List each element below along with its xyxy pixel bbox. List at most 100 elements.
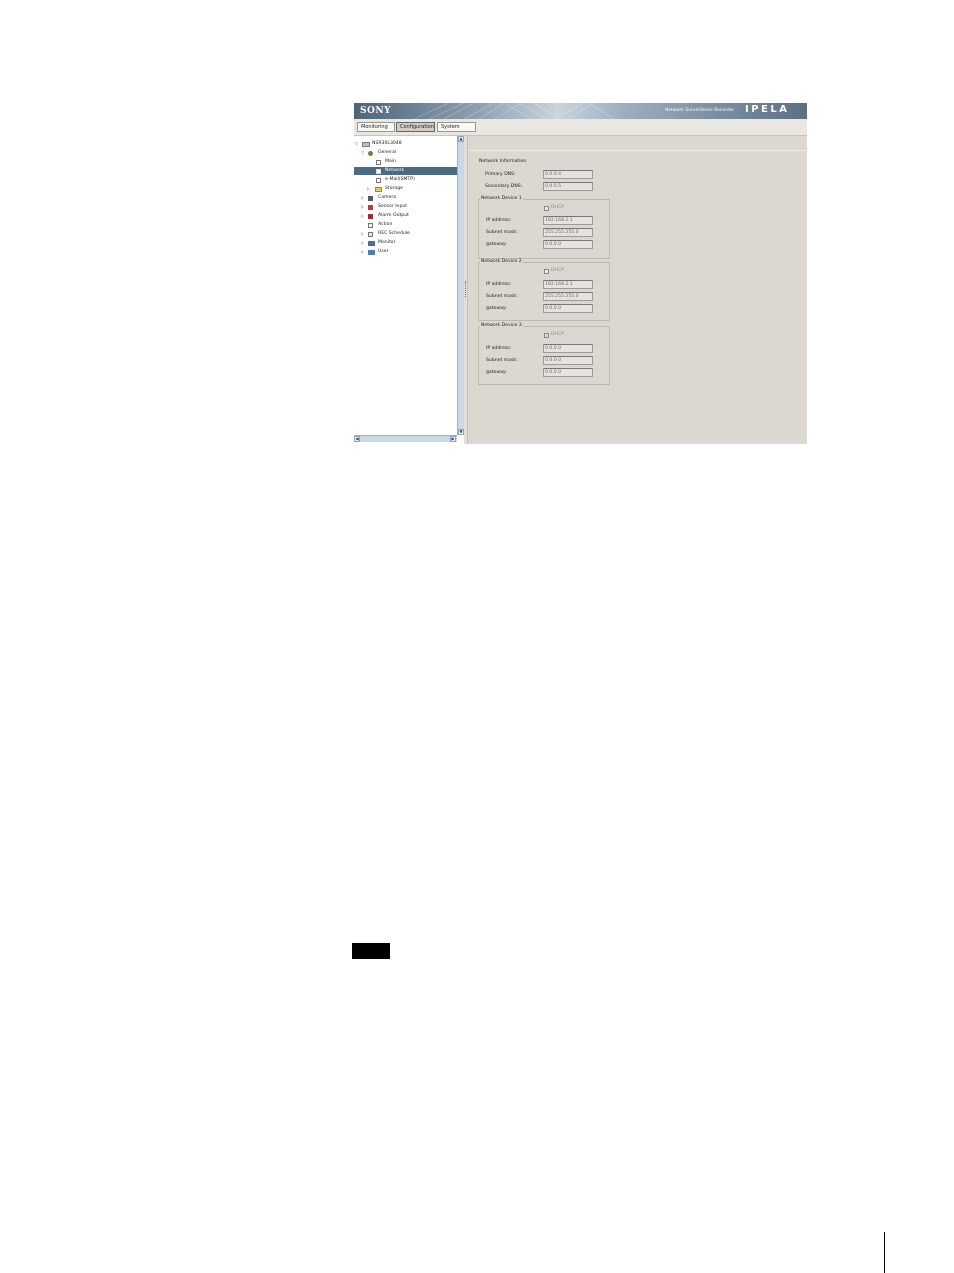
primary-dns-field[interactable]: 0.0.0.4 [543,170,593,179]
app-header: SONY Network Surveillance Recorder IPELA [354,103,807,119]
tree-item-label: Action [378,222,393,227]
scroll-left-icon[interactable]: ◀ [354,436,360,442]
expand-right-icon[interactable]: ▷ [361,212,364,220]
tab-system[interactable]: System [437,122,476,132]
expand-right-icon[interactable]: ▷ [361,230,364,238]
primary-dns-label: Primary DNS: [485,172,516,177]
tree-item-label: REC Schedule [378,231,410,236]
network-settings-panel: Network Information Primary DNS: 0.0.0.4… [468,136,807,444]
tree-item-monitor[interactable]: ▷ Monitor [354,239,457,247]
header-texture [413,103,615,119]
gear-icon [368,150,373,156]
scroll-right-icon[interactable]: ▶ [450,436,456,442]
tree-item-label: User [378,249,389,254]
calendar-icon [368,231,373,237]
expand-right-icon[interactable]: ▷ [361,248,364,256]
secondary-dns-field[interactable]: 0.0.0.5 [543,182,593,191]
ip-address-2-field[interactable]: 192.168.2.1 [543,280,593,289]
ip-address-1-label: IP address: [486,218,512,223]
tree-item-label: Network [385,168,405,173]
network-device-3-title: Network Device 3 [480,323,523,328]
gateway-2-field[interactable]: 0.0.0.0 [543,304,593,313]
dhcp-3-label: DHCP [551,332,564,337]
expand-right-icon[interactable]: ▷ [361,194,364,202]
folder-icon [375,186,382,192]
camera-icon [368,195,373,201]
tab-bar: Monitoring Configuration System [354,119,807,136]
ip-address-3-field[interactable]: 0.0.0.0 [543,344,593,353]
tree-vertical-scrollbar[interactable]: ▲ ▼ [457,136,464,435]
tree-item-storage[interactable]: ▷ Storage [354,185,457,193]
dhcp-1-label: DHCP [551,205,564,210]
divider [468,150,807,151]
expand-down-icon[interactable]: ▽ [355,140,358,148]
subnet-mask-3-label: Subnet mask: [486,358,518,363]
tree-item-label: General [378,150,397,155]
dhcp-1-checkbox[interactable] [544,206,549,211]
splitter-grip-icon[interactable] [465,281,467,297]
secondary-dns-label: Secondary DNS: [485,184,523,189]
action-icon [368,222,373,228]
subnet-mask-3-field[interactable]: 0.0.0.0 [543,356,593,365]
expand-right-icon[interactable]: ▷ [367,185,370,193]
page-icon [376,168,381,174]
ip-address-1-field[interactable]: 192.168.1.1 [543,216,593,225]
tree-root-label: NSR30L3048 [372,141,402,146]
network-information-title: Network Information [479,159,527,164]
note-badge [352,943,390,959]
expand-right-icon[interactable]: ▷ [361,203,364,211]
product-name: Network Surveillance Recorder [665,108,735,113]
tree-item-alarm-output[interactable]: ▷ Alarm Output [354,212,457,220]
ip-address-2-label: IP address: [486,282,512,287]
page-icon [376,177,381,183]
tree-item-sensor-input[interactable]: ▷ Sensor Input [354,203,457,211]
tree-item-general[interactable]: ▽ General [354,149,457,157]
gateway-3-label: gateway: [486,370,507,375]
monitor-icon [368,240,375,246]
gateway-3-field[interactable]: 0.0.0.0 [543,368,593,377]
tree-item-rec-schedule[interactable]: ▷ REC Schedule [354,230,457,238]
ip-address-3-label: IP address: [486,346,512,351]
dhcp-2-checkbox[interactable] [544,269,549,274]
recorder-icon [362,141,370,147]
gateway-1-field[interactable]: 0.0.0.0 [543,240,593,249]
page-edge-rule [884,1232,885,1273]
tree-item-label: Sensor Input [378,204,408,209]
gateway-2-label: gateway: [486,306,507,311]
tree-item-label: Storage [385,186,403,191]
subnet-mask-2-field[interactable]: 255.255.255.0 [543,292,593,301]
tree-item-label: e-Mail(SMTP) [385,177,415,182]
page-icon [376,159,381,165]
subnet-mask-1-label: Subnet mask: [486,230,518,235]
network-device-2-title: Network Device 2 [480,259,523,264]
sony-logo: SONY [360,106,391,116]
ipela-logo: IPELA [745,104,790,115]
tree-item-network[interactable]: Network [354,167,457,175]
config-tree: ▽ NSR30L3048 ▽ General Main Network e-Ma… [354,136,457,435]
network-device-1-title: Network Device 1 [480,196,523,201]
dhcp-2-label: DHCP [551,268,564,273]
gateway-1-label: gateway: [486,242,507,247]
alarm-icon [368,213,373,219]
tab-configuration[interactable]: Configuration [396,122,435,132]
tree-item-main[interactable]: Main [354,158,457,166]
tree-item-user[interactable]: ▷ User [354,248,457,256]
tree-item-label: Alarm Output [378,213,409,218]
subnet-mask-1-field[interactable]: 255.255.255.0 [543,228,593,237]
subnet-mask-2-label: Subnet mask: [486,294,518,299]
tree-item-label: Monitor [378,240,396,245]
expand-down-icon[interactable]: ▽ [361,149,364,157]
dhcp-3-checkbox[interactable]: ✓ [544,333,549,338]
user-icon [368,249,375,255]
sensor-icon [368,204,373,210]
tree-item-label: Main [385,159,396,164]
tree-item-camera[interactable]: ▷ Camera [354,194,457,202]
tree-root[interactable]: ▽ NSR30L3048 [354,140,457,148]
tree-item-label: Camera [378,195,397,200]
tree-item-action[interactable]: Action [354,221,457,229]
expand-right-icon[interactable]: ▷ [361,239,364,247]
tab-monitoring[interactable]: Monitoring [357,122,395,132]
app-window: SONY Network Surveillance Recorder IPELA… [354,103,807,444]
tree-item-email[interactable]: e-Mail(SMTP) [354,176,457,184]
tree-horizontal-scrollbar[interactable]: ◀ ▶ [354,435,457,442]
